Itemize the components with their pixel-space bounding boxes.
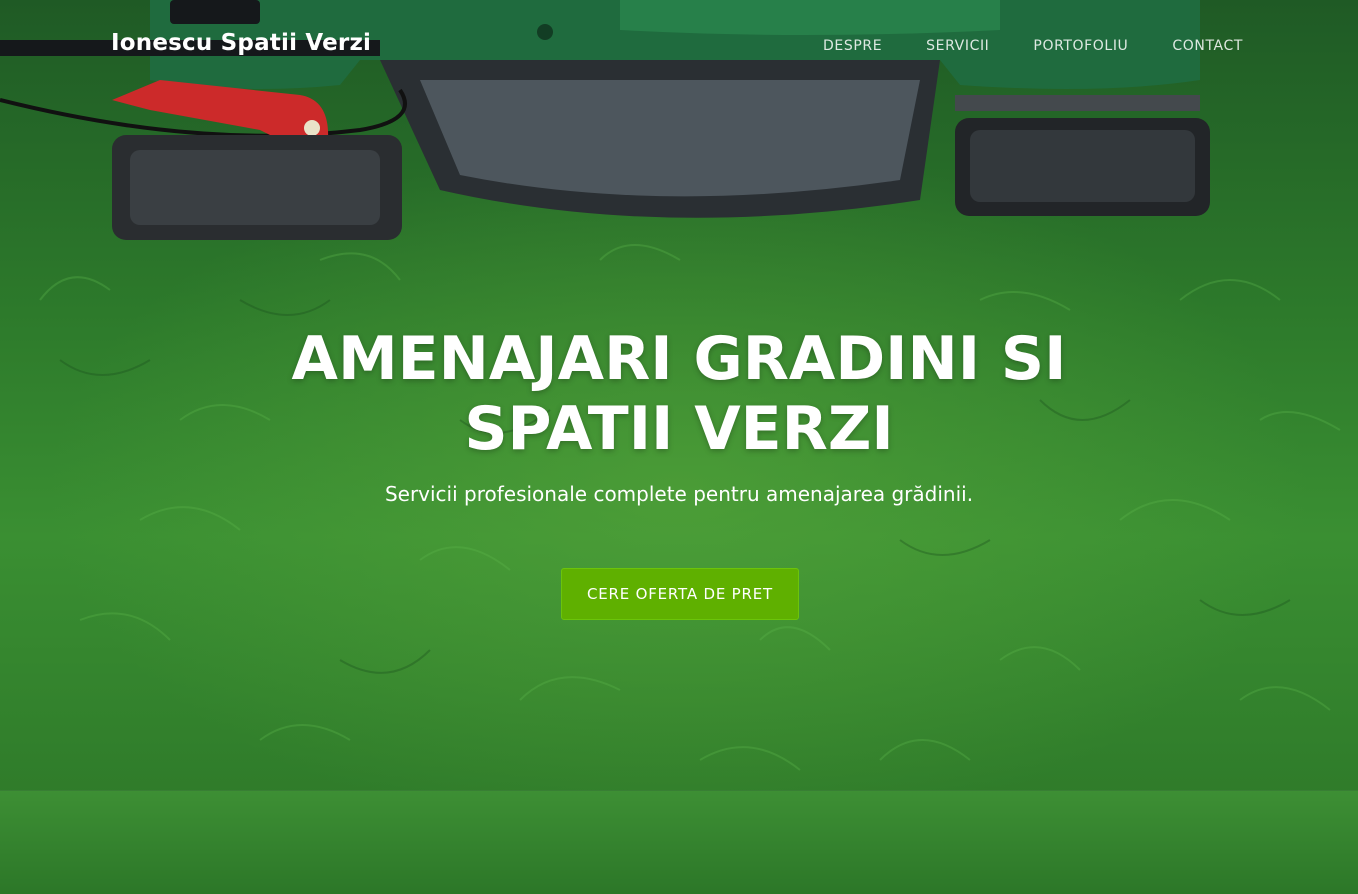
hero-title: AMENAJARI GRADINI SI SPATII VERZI [0, 324, 1358, 464]
hero-title-line-2: SPATII VERZI [464, 394, 894, 464]
brand-logo-link[interactable]: Ionescu Spatii Verzi [111, 30, 371, 56]
nav-item-servicii[interactable]: SERVICII [926, 38, 989, 54]
hero-subtitle: Servicii profesionale complete pentru am… [384, 482, 974, 506]
main-navigation: DESPRE SERVICII PORTOFOLIU CONTACT [823, 38, 1243, 54]
hero-title-line-1: AMENAJARI GRADINI SI [291, 324, 1067, 394]
request-quote-button[interactable]: CERE OFERTA DE PRET [561, 568, 799, 620]
nav-item-portofoliu[interactable]: PORTOFOLIU [1033, 38, 1128, 54]
nav-item-despre[interactable]: DESPRE [823, 38, 882, 54]
nav-item-contact[interactable]: CONTACT [1172, 38, 1243, 54]
landing-page: Ionescu Spatii Verzi DESPRE SERVICII POR… [0, 0, 1358, 894]
next-section-preview [0, 790, 1358, 894]
